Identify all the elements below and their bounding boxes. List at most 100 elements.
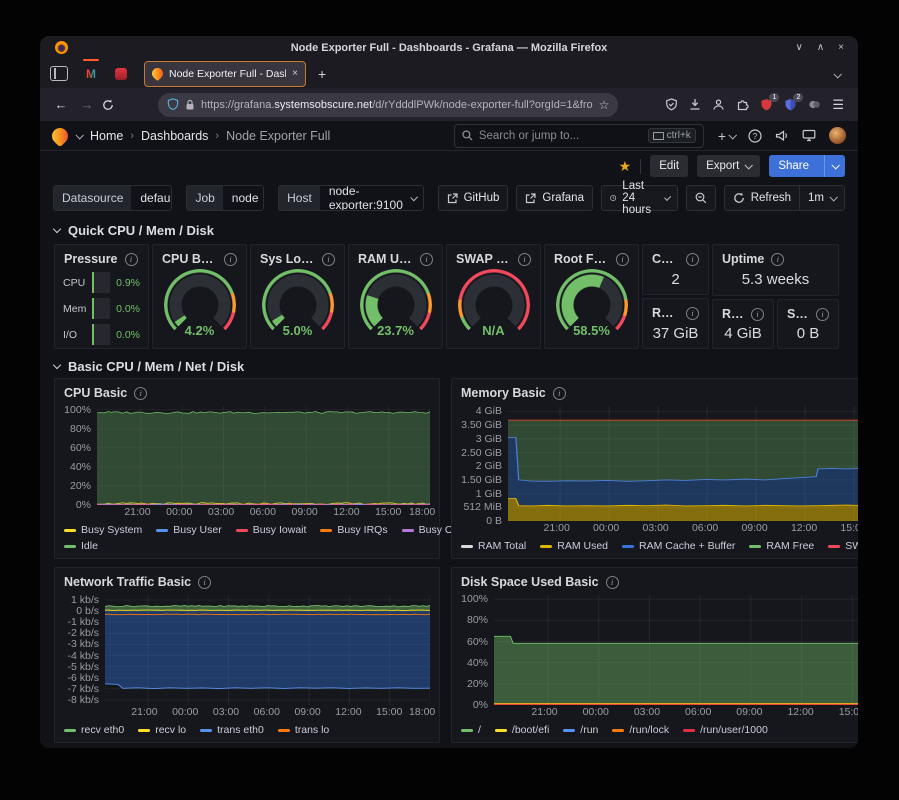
share-button[interactable]: Share <box>769 155 845 177</box>
bookmark-star-icon[interactable]: ☆ <box>599 98 610 112</box>
legend-item-run-user-1000[interactable]: /run/user/1000 <box>683 722 768 738</box>
grafana-link-button[interactable]: Grafana <box>516 185 593 211</box>
info-icon[interactable]: i <box>686 253 699 266</box>
gauge[interactable]: N/A <box>458 269 530 341</box>
legend-item-idle[interactable]: Idle <box>64 538 98 554</box>
downloads-icon[interactable] <box>689 98 701 111</box>
datasource-select[interactable]: default <box>131 186 172 210</box>
info-icon[interactable]: i <box>518 253 531 266</box>
legend-item-busy-irqs[interactable]: Busy IRQs <box>320 522 387 538</box>
adblock-shield-icon[interactable]: 1 <box>760 98 773 112</box>
forward-button[interactable]: → <box>76 97 98 112</box>
list-tabs-chevron-icon[interactable] <box>834 65 850 83</box>
info-icon[interactable]: i <box>134 387 147 400</box>
gauge[interactable]: 58.5% <box>556 269 628 341</box>
legend-item-run[interactable]: /run <box>563 722 598 738</box>
info-icon[interactable]: i <box>198 576 211 589</box>
edit-button[interactable]: Edit <box>650 155 688 177</box>
news-megaphone-icon[interactable] <box>775 129 789 142</box>
search-input[interactable]: Search or jump to... ctrl+k <box>454 124 704 148</box>
reload-button[interactable] <box>102 99 124 111</box>
firefox-view-icon[interactable] <box>50 66 68 81</box>
info-icon[interactable]: i <box>125 253 138 266</box>
pinned-tab-app[interactable] <box>108 62 134 86</box>
back-button[interactable]: ← <box>50 97 72 112</box>
refresh-interval-select[interactable]: 1m <box>808 192 824 204</box>
pocket-shield-icon[interactable] <box>665 98 678 111</box>
info-icon[interactable]: i <box>686 307 699 320</box>
minimize-icon[interactable]: ∨ <box>796 36 803 59</box>
variable-datasource[interactable]: Datasource default <box>53 185 172 211</box>
account-icon[interactable] <box>712 98 725 111</box>
tab-close-icon[interactable]: × <box>292 68 298 79</box>
legend-item-trans-eth0[interactable]: trans eth0 <box>200 722 264 738</box>
info-icon[interactable]: i <box>553 387 566 400</box>
extensions-puzzle-icon[interactable] <box>736 98 749 111</box>
refresh-button[interactable]: Refresh 1m <box>724 185 845 211</box>
help-icon[interactable]: ? <box>748 129 762 143</box>
legend-item-swap-used[interactable]: SWAP Used <box>828 538 858 554</box>
extension-icon[interactable] <box>808 98 821 111</box>
legend-item-recv-eth0[interactable]: recv eth0 <box>64 722 124 738</box>
plot-area[interactable] <box>494 595 858 705</box>
info-icon[interactable]: i <box>420 253 433 266</box>
breadcrumb-home[interactable]: Home <box>90 129 123 143</box>
gauge[interactable]: 5.0% <box>262 269 334 341</box>
url-text[interactable]: https://grafana.systemsobscure.net/d/rYd… <box>201 99 593 111</box>
legend-item-ram-cache-buffer[interactable]: RAM Cache + Buffer <box>622 538 735 554</box>
menu-hamburger-icon[interactable]: ☰ <box>832 97 844 113</box>
close-icon[interactable]: × <box>838 36 844 59</box>
legend-item-busy-system[interactable]: Busy System <box>64 522 142 538</box>
maximize-icon[interactable]: ∧ <box>817 36 824 59</box>
legend-item-ram-used[interactable]: RAM Used <box>540 538 608 554</box>
plot-area[interactable] <box>508 406 858 521</box>
tracking-shield-icon[interactable] <box>167 98 179 111</box>
legend-item-trans-lo[interactable]: trans lo <box>278 722 329 738</box>
privacy-shield-icon[interactable]: 2 <box>784 98 797 112</box>
zoom-out-button[interactable] <box>686 185 716 211</box>
legend-item-recv-lo[interactable]: recv lo <box>138 722 186 738</box>
breadcrumb-dashboards[interactable]: Dashboards <box>141 129 208 143</box>
info-icon[interactable]: i <box>751 308 764 321</box>
window-titlebar[interactable]: Node Exporter Full - Dashboards - Grafan… <box>40 36 858 59</box>
legend-item-busy-user[interactable]: Busy User <box>156 522 221 538</box>
time-range-picker[interactable]: Last 24 hours <box>601 185 678 211</box>
legend-item-boot-efi[interactable]: /boot/efi <box>495 722 549 738</box>
user-avatar[interactable] <box>829 127 846 144</box>
x-tick-label: 15:00 <box>839 706 858 718</box>
info-icon[interactable]: i <box>322 253 335 266</box>
grafana-logo-icon[interactable] <box>49 124 72 147</box>
section-basic[interactable]: Basic CPU / Mem / Net / Disk <box>54 355 844 378</box>
info-icon[interactable]: i <box>224 253 237 266</box>
legend-item-busy-iowait[interactable]: Busy Iowait <box>236 522 307 538</box>
gauge[interactable]: 23.7% <box>360 269 432 341</box>
section-quick[interactable]: Quick CPU / Mem / Disk <box>54 219 844 242</box>
export-button[interactable]: Export <box>697 155 760 177</box>
org-switcher-chevron-icon[interactable] <box>75 131 83 139</box>
info-icon[interactable]: i <box>616 253 629 266</box>
plot-area[interactable] <box>97 406 430 505</box>
legend-item-ram-total[interactable]: RAM Total <box>461 538 526 554</box>
info-icon[interactable]: i <box>606 576 619 589</box>
host-select[interactable]: node-exporter:9100 <box>320 186 424 210</box>
job-select[interactable]: node <box>223 186 264 210</box>
share-dropdown-chevron-icon[interactable] <box>824 155 845 177</box>
url-bar[interactable]: https://grafana.systemsobscure.net/d/rYd… <box>158 93 618 117</box>
x-tick-label: 03:00 <box>213 706 239 718</box>
github-link-button[interactable]: GitHub <box>438 185 509 211</box>
info-icon[interactable]: i <box>771 253 784 266</box>
info-icon[interactable]: i <box>816 308 829 321</box>
variable-job[interactable]: Job node <box>186 185 264 211</box>
display-icon[interactable] <box>802 129 816 142</box>
plot-area[interactable] <box>105 595 430 705</box>
pinned-tab-gmail[interactable]: M <box>78 62 104 86</box>
active-tab[interactable]: Node Exporter Full - Dashbo × <box>144 61 306 87</box>
legend-item-[interactable]: / <box>461 722 481 738</box>
favorite-star-icon[interactable]: ★ <box>619 158 632 175</box>
legend-item-ram-free[interactable]: RAM Free <box>749 538 814 554</box>
gauge[interactable]: 4.2% <box>164 269 236 341</box>
new-tab-button[interactable]: + <box>310 66 334 82</box>
variable-host[interactable]: Host node-exporter:9100 <box>278 185 423 211</box>
add-new-button[interactable]: + <box>718 128 735 144</box>
legend-item-run-lock[interactable]: /run/lock <box>612 722 669 738</box>
